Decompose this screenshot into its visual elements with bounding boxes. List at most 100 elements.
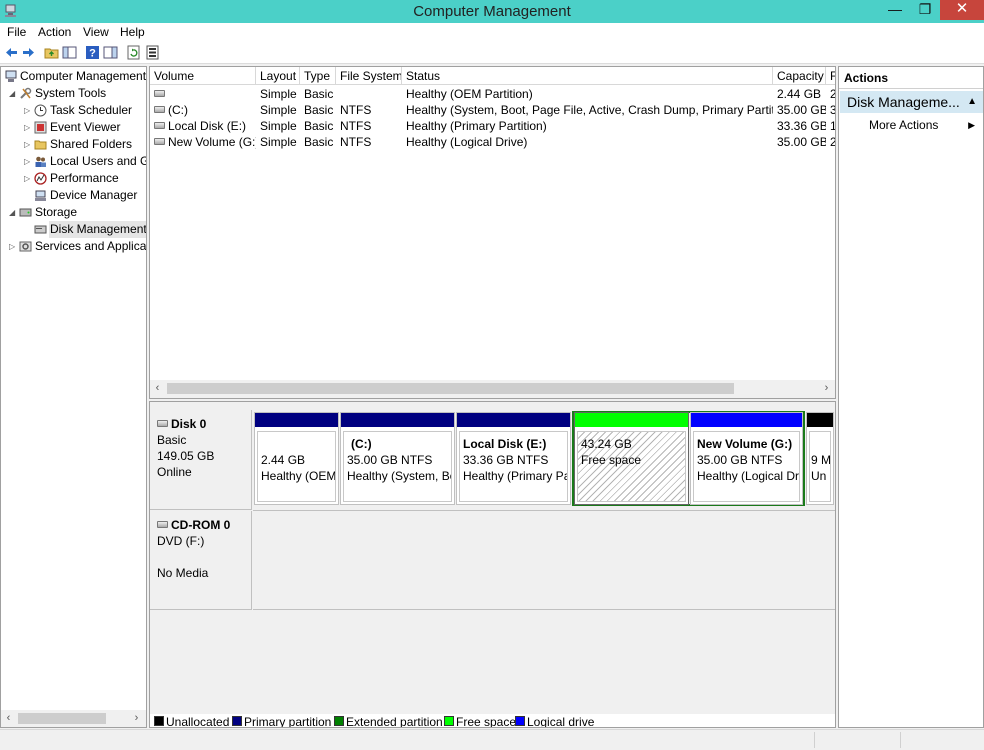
scroll-right-arrow-icon[interactable]: › <box>129 710 144 727</box>
more-actions-item[interactable]: More Actions ▶ <box>869 117 979 133</box>
back-arrow-icon[interactable] <box>4 45 19 60</box>
partition-free-space[interactable]: 43.24 GB Free space <box>574 412 689 505</box>
column-header-file-system[interactable]: File System <box>336 67 402 85</box>
show-hide-action-pane-icon[interactable] <box>103 45 118 60</box>
disk-status: No Media <box>157 566 209 580</box>
column-header-layout[interactable]: Layout <box>256 67 300 85</box>
volume-list-horizontal-scrollbar[interactable]: ‹ › <box>150 380 835 398</box>
scrollbar-thumb[interactable] <box>167 383 734 394</box>
capacity-cell: 35.00 GB <box>777 103 826 117</box>
show-hide-console-tree-icon[interactable] <box>62 45 77 60</box>
legend-label: Unallocated <box>166 715 230 728</box>
capacity-cell: 2.44 GB <box>777 87 822 101</box>
divider <box>253 510 835 511</box>
file-system-cell <box>336 86 402 102</box>
partition-size: 43.24 GB <box>581 437 632 451</box>
partition-status: Healthy (System, Boo <box>347 469 452 483</box>
properties-icon[interactable] <box>145 45 160 60</box>
expand-arrow-icon[interactable]: ▷ <box>24 119 34 136</box>
scrollbar-thumb[interactable] <box>18 713 106 724</box>
collapse-arrow-icon[interactable]: ◢ <box>9 204 19 221</box>
actions-pane: Actions Disk Manageme... ▲ More Actions … <box>838 66 984 728</box>
partition-body: Local Disk (E:) 33.36 GB NTFS Healthy (P… <box>459 431 568 502</box>
partition-size: 33.36 GB NTFS <box>463 453 549 467</box>
partition-oem[interactable]: 2.44 GB Healthy (OEM <box>254 412 339 505</box>
expand-arrow-icon[interactable]: ▷ <box>9 238 19 255</box>
collapse-up-icon[interactable]: ▲ <box>967 91 977 113</box>
submenu-arrow-icon: ▶ <box>968 120 975 130</box>
partition-body: New Volume (G:) 35.00 GB NTFS Healthy (L… <box>693 431 800 502</box>
event-viewer-icon <box>34 121 47 134</box>
up-folder-icon[interactable] <box>44 45 59 60</box>
forward-arrow-icon[interactable] <box>21 45 36 60</box>
partition-name: New Volume (G:) <box>697 437 793 451</box>
scroll-left-arrow-icon[interactable]: ‹ <box>1 710 16 727</box>
disk-type: Basic <box>157 433 187 447</box>
disk-0-label[interactable]: Disk 0 Basic 149.05 GB Online <box>150 410 252 510</box>
volume-list: Volume Layout Type File System Status Ca… <box>149 66 836 399</box>
partition-status: Healthy (Primary Par <box>463 469 568 483</box>
cdrom-0-label[interactable]: CD-ROM 0 DVD (F:) No Media <box>150 511 252 610</box>
tree-horizontal-scrollbar[interactable]: ‹ › <box>1 710 146 727</box>
tree-item-label: Services and Applicat <box>35 239 147 253</box>
type-cell: Basic <box>304 103 334 117</box>
partition-color-bar <box>457 413 570 427</box>
expand-arrow-icon[interactable]: ▷ <box>24 153 34 170</box>
action-label: More Actions <box>869 118 939 132</box>
collapse-arrow-icon[interactable]: ◢ <box>9 85 19 102</box>
legend-label: Logical drive <box>527 715 595 728</box>
column-header-capacity[interactable]: Capacity <box>773 67 826 85</box>
partition-e[interactable]: Local Disk (E:) 33.36 GB NTFS Healthy (P… <box>456 412 571 505</box>
help-icon[interactable]: ? <box>85 45 100 60</box>
file-system-cell: NTFS <box>340 103 372 117</box>
disk-icon <box>157 420 168 427</box>
computer-management-icon <box>5 70 17 82</box>
scroll-right-arrow-icon[interactable]: › <box>819 380 834 397</box>
maximize-button[interactable]: ❐ <box>910 0 940 20</box>
column-header-volume[interactable]: Volume <box>150 67 256 85</box>
disk-name: Disk 0 <box>171 417 207 431</box>
column-header-status[interactable]: Status <box>402 67 773 85</box>
partition-c[interactable]: (C:) 35.00 GB NTFS Healthy (System, Boo <box>340 412 455 505</box>
drive-icon <box>154 122 165 129</box>
minimize-button[interactable]: — <box>880 0 910 20</box>
scroll-left-arrow-icon[interactable]: ‹ <box>150 380 165 397</box>
expand-arrow-icon[interactable]: ▷ <box>24 136 34 153</box>
actions-header: Actions <box>839 67 983 89</box>
services-icon <box>19 241 32 252</box>
status-bar <box>0 729 984 750</box>
disk-type: DVD (F:) <box>157 534 205 548</box>
close-button[interactable]: ✕ <box>940 0 984 20</box>
layout-cell: Simple <box>260 87 297 101</box>
column-header-type[interactable]: Type <box>300 67 336 85</box>
actions-section-disk-management[interactable]: Disk Manageme... ▲ <box>840 91 983 113</box>
legend-swatch-primary <box>232 716 242 726</box>
table-row[interactable]: (C:) <box>150 102 256 118</box>
table-row[interactable]: New Volume (G:) <box>150 134 256 150</box>
table-row[interactable]: Local Disk (E:) <box>150 118 256 134</box>
partition-size: 2.44 GB <box>261 453 306 467</box>
status-cell: Healthy (Primary Partition) <box>406 119 547 133</box>
refresh-icon[interactable] <box>126 45 141 60</box>
status-cell: Healthy (Logical Drive) <box>406 135 528 149</box>
column-header-free-space[interactable]: F <box>826 67 835 85</box>
expand-arrow-icon[interactable]: ▷ <box>24 170 34 187</box>
type-cell: Basic <box>304 135 334 149</box>
menu-help[interactable]: Help <box>120 25 145 39</box>
volume-name: New Volume (G:) <box>168 135 256 149</box>
svg-text:?: ? <box>89 48 96 60</box>
partition-color-bar <box>341 413 454 427</box>
menu-action[interactable]: Action <box>38 25 71 39</box>
expand-arrow-icon[interactable]: ▷ <box>24 102 34 119</box>
partition-unallocated[interactable]: 9 M Un <box>806 412 834 505</box>
free-space-cell: 1 <box>826 118 835 134</box>
table-row[interactable] <box>150 86 256 102</box>
tree-item-label: Task Scheduler <box>50 103 133 117</box>
partition-status: Healthy (OEM <box>261 469 336 483</box>
title-bar: Computer Management — ❐ ✕ <box>0 0 984 23</box>
performance-icon <box>34 172 47 185</box>
partition-g[interactable]: New Volume (G:) 35.00 GB NTFS Healthy (L… <box>690 412 803 505</box>
file-system-cell: NTFS <box>340 119 372 133</box>
menu-file[interactable]: File <box>7 25 26 39</box>
menu-view[interactable]: View <box>83 25 109 39</box>
